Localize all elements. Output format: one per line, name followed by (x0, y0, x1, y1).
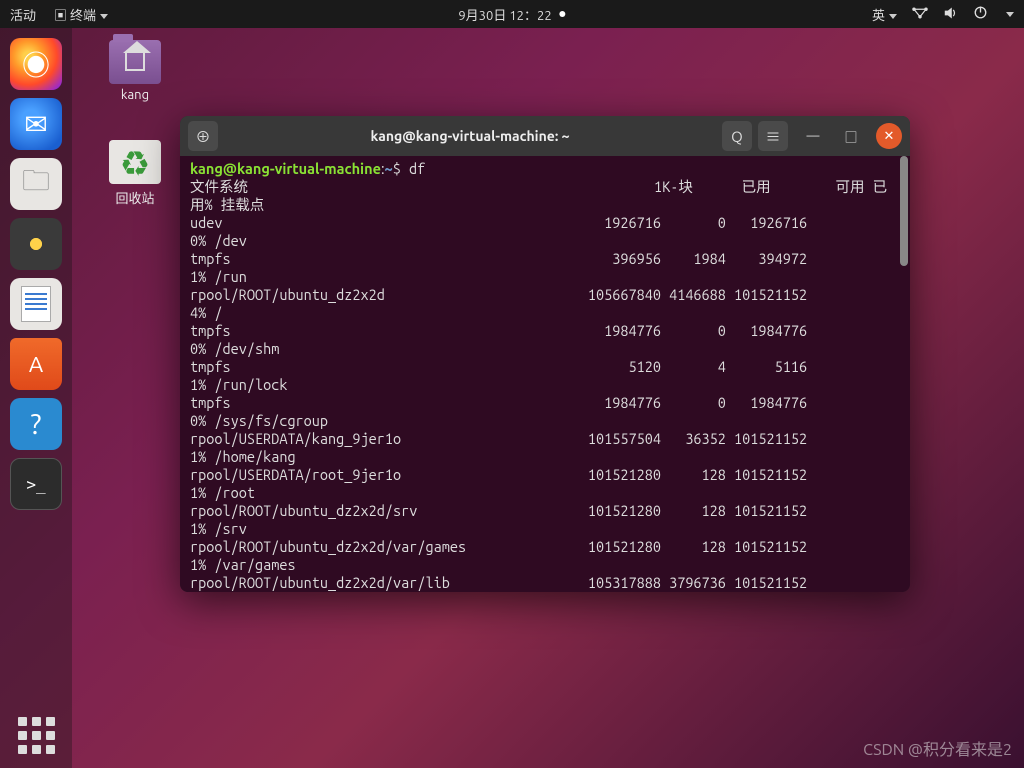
clock[interactable]: 9月30日 12：22 (458, 5, 551, 24)
trash-icon: ♻ (109, 140, 161, 184)
dock-files[interactable]: 🗀 (10, 158, 62, 210)
top-bar: 活动 ▣ 终端 9月30日 12：22 英 (0, 0, 1024, 28)
terminal-output[interactable]: kang@kang-virtual-machine:~$ df 文件系统 1K-… (180, 156, 910, 592)
dock-terminal[interactable]: >_ (10, 458, 62, 510)
hamburger-menu[interactable]: ≡ (758, 121, 788, 151)
folder-label: kang (121, 88, 149, 102)
ime-indicator[interactable]: 英 (872, 5, 897, 24)
trash-label: 回收站 (115, 192, 154, 206)
desktop-home-folder[interactable]: kang (100, 40, 170, 102)
titlebar[interactable]: ⊕ kang@kang-virtual-machine: ~ Q ≡ — □ ✕ (180, 116, 910, 156)
volume-icon[interactable] (943, 6, 959, 23)
dock-help[interactable]: ? (10, 398, 62, 450)
dock-firefox[interactable]: ◉ (10, 38, 62, 90)
show-apps-button[interactable] (18, 717, 55, 754)
window-title: kang@kang-virtual-machine: ~ (224, 128, 716, 144)
search-button[interactable]: Q (722, 121, 752, 151)
activities-button[interactable]: 活动 (10, 5, 36, 24)
dock-rhythmbox[interactable] (10, 218, 62, 270)
power-icon[interactable] (973, 5, 988, 23)
dock-software[interactable]: A (10, 338, 62, 390)
terminal-window: ⊕ kang@kang-virtual-machine: ~ Q ≡ — □ ✕… (180, 116, 910, 592)
watermark: CSDN @积分看来是2 (863, 736, 1012, 760)
close-button[interactable]: ✕ (876, 123, 902, 149)
dock-thunderbird[interactable]: ✉ (10, 98, 62, 150)
minimize-button[interactable]: — (800, 123, 826, 149)
home-icon (125, 53, 145, 71)
maximize-button[interactable]: □ (838, 123, 864, 149)
dock: ◉ ✉ 🗀 A ? >_ (0, 28, 72, 768)
network-icon[interactable] (911, 6, 929, 23)
new-tab-button[interactable]: ⊕ (188, 121, 218, 151)
app-menu[interactable]: ▣ 终端 (54, 5, 108, 24)
scrollbar[interactable] (900, 156, 908, 266)
desktop-trash[interactable]: ♻ 回收站 (100, 140, 170, 207)
dock-writer[interactable] (10, 278, 62, 330)
notification-dot-icon (560, 11, 566, 17)
system-menu-chevron-icon[interactable] (1006, 12, 1014, 17)
